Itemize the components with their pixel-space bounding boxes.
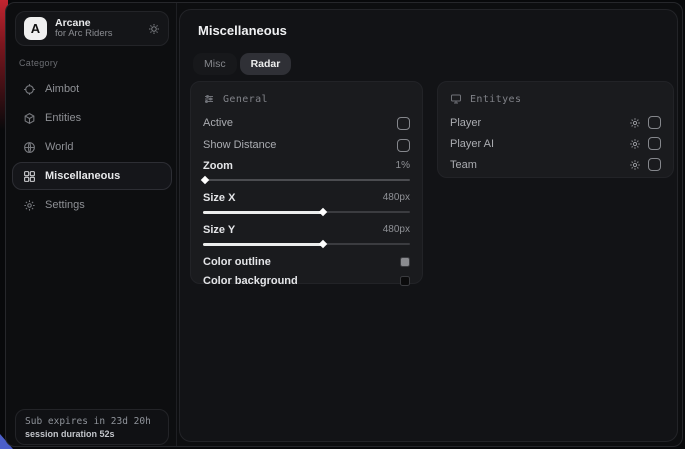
monitor-icon [450,93,462,105]
team-label: Team [450,159,477,171]
player-row: Player [450,112,661,133]
sidebar: A Arcane for Arc Riders Category [6,3,177,446]
tab-radar[interactable]: Radar [240,53,292,75]
active-checkbox[interactable] [397,117,410,130]
zoom-value: 1% [396,160,410,171]
sidebar-item-label: Miscellaneous [45,170,120,182]
entities-panel: Entityes Player P [437,81,674,178]
slider-track [203,179,410,181]
screen: A Arcane for Arc Riders Category [0,0,685,449]
slider-fill [203,243,323,246]
session-duration-text: session duration 52s [25,429,159,439]
sidebar-item-entities[interactable]: Entities [12,104,172,132]
app-logo: A [24,17,47,40]
gear-icon[interactable] [629,138,641,150]
color-background-label: Color background [203,275,298,287]
zoom-label: Zoom [203,160,233,172]
size-x-label: Size X [203,192,235,204]
color-outline-row: Color outline [203,252,410,271]
player-checkbox[interactable] [648,116,661,129]
show-distance-checkbox[interactable] [397,139,410,152]
show-distance-label: Show Distance [203,139,276,151]
sidebar-item-aimbot[interactable]: Aimbot [12,75,172,103]
color-background-row: Color background [203,271,410,290]
general-panel-header: General [203,91,410,107]
gear-icon[interactable] [629,117,641,129]
size-x-row: Size X 480px [203,188,410,207]
entities-panel-title: Entityes [470,94,521,105]
globe-icon [23,141,36,154]
active-row: Active [203,112,410,134]
show-distance-row: Show Distance [203,134,410,156]
subscription-card: Sub expires in 23d 20h session duration … [15,409,169,445]
player-label: Player [450,117,481,129]
player-ai-row: Player AI [450,133,661,154]
sidebar-item-label: Aimbot [45,83,79,95]
size-y-row: Size Y 480px [203,220,410,239]
sidebar-item-world[interactable]: World [12,133,172,161]
brand-subtitle: for Arc Riders [55,29,113,40]
player-ai-label: Player AI [450,138,494,150]
page-title: Miscellaneous [198,23,287,38]
color-outline-label: Color outline [203,256,271,268]
sub-expiry-text: Sub expires in 23d 20h [25,416,159,427]
sidebar-item-label: World [45,141,74,153]
tab-misc[interactable]: Misc [193,53,237,75]
general-panel-title: General [223,94,268,105]
sidebar-item-miscellaneous[interactable]: Miscellaneous [12,162,172,190]
active-label: Active [203,117,233,129]
brand-card[interactable]: A Arcane for Arc Riders [15,11,169,46]
sidebar-item-settings[interactable]: Settings [12,191,172,219]
team-checkbox[interactable] [648,158,661,171]
size-y-value: 480px [383,224,410,235]
team-row: Team [450,154,661,175]
color-outline-swatch[interactable] [400,257,410,267]
sidebar-nav: Aimbot Entities Wo [12,75,172,219]
gear-icon [23,199,36,212]
entities-panel-header: Entityes [450,91,661,107]
entities-icon [23,112,36,125]
size-x-value: 480px [383,192,410,203]
crosshair-icon [23,83,36,96]
size-x-slider[interactable] [203,207,410,217]
zoom-row: Zoom 1% [203,156,410,175]
slider-thumb[interactable] [319,240,327,248]
general-panel: General Active Show Distance Zoom 1% [190,81,423,284]
sidebar-item-label: Entities [45,112,81,124]
player-ai-checkbox[interactable] [648,137,661,150]
brand-text: Arcane for Arc Riders [55,17,113,40]
color-background-swatch[interactable] [400,276,410,286]
slider-fill [203,211,323,214]
main-content: Miscellaneous Misc Radar General [179,9,678,442]
zoom-slider[interactable] [203,175,410,185]
gear-icon[interactable] [629,159,641,171]
grid-icon [23,170,36,183]
size-y-slider[interactable] [203,239,410,249]
slider-thumb[interactable] [201,176,209,184]
tab-bar: Misc Radar [193,53,291,75]
sidebar-item-label: Settings [45,199,85,211]
category-label: Category [19,58,58,68]
gear-icon[interactable] [148,23,160,35]
slider-thumb[interactable] [319,208,327,216]
app-window: A Arcane for Arc Riders Category [5,2,683,447]
sliders-icon [203,93,215,105]
size-y-label: Size Y [203,224,235,236]
